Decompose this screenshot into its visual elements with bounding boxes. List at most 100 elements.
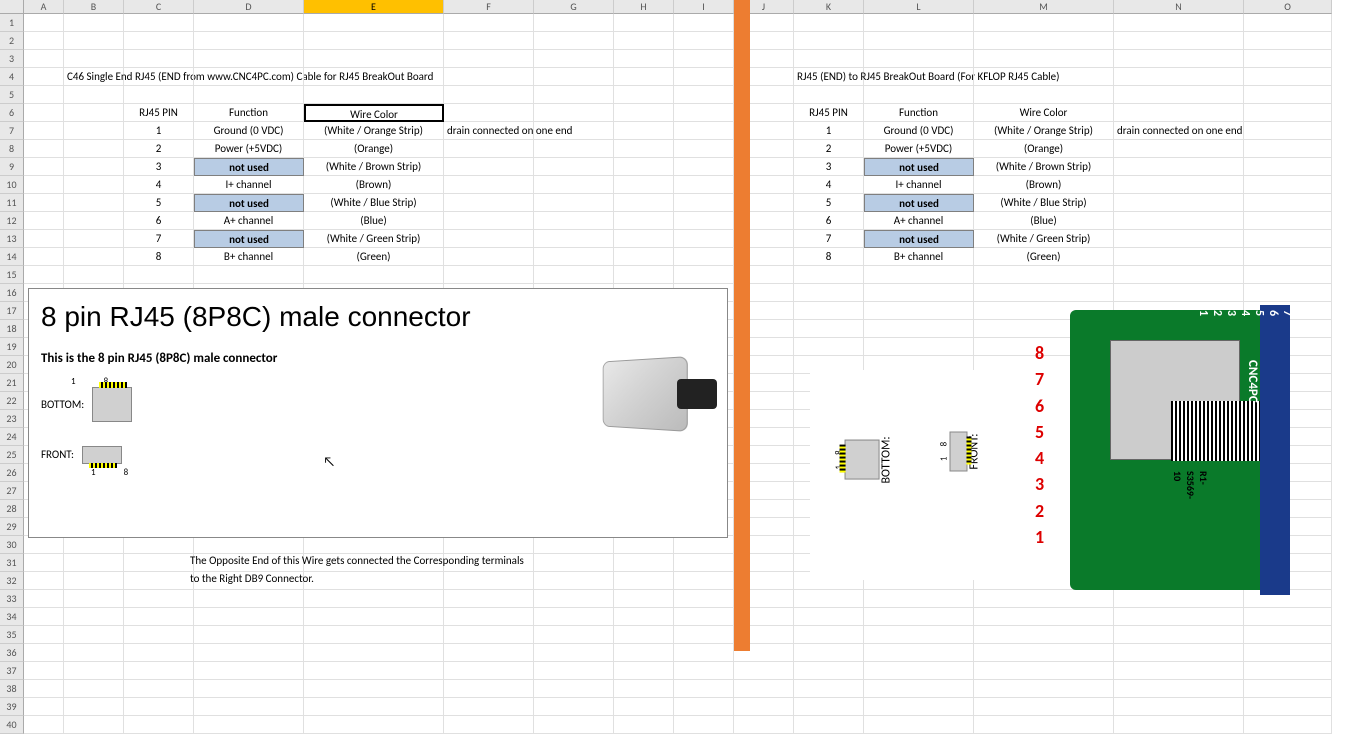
row-header-35[interactable]: 35 (0, 626, 24, 644)
cell-M36[interactable] (974, 644, 1114, 662)
cell-I14[interactable] (674, 248, 734, 266)
cell-N5[interactable] (1114, 86, 1244, 104)
cell-G7[interactable] (534, 122, 614, 140)
cell-F3[interactable] (444, 50, 534, 68)
cell-N8[interactable] (1114, 140, 1244, 158)
cell-C14[interactable]: 8 (124, 248, 194, 266)
cell-O8[interactable] (1244, 140, 1332, 158)
cell-M38[interactable] (974, 680, 1114, 698)
cell-F36[interactable] (444, 644, 534, 662)
cell-D11[interactable]: not used (194, 194, 304, 212)
cell-C6[interactable]: RJ45 PIN (124, 104, 194, 122)
cell-D37[interactable] (194, 662, 304, 680)
cell-A8[interactable] (24, 140, 64, 158)
cell-G39[interactable] (534, 698, 614, 716)
cell-H32[interactable] (614, 572, 674, 590)
cell-D1[interactable] (194, 14, 304, 32)
cell-C9[interactable]: 3 (124, 158, 194, 176)
cell-M15[interactable] (974, 266, 1114, 284)
cell-O14[interactable] (1244, 248, 1332, 266)
cell-F4[interactable] (444, 68, 534, 86)
cell-J38[interactable] (734, 680, 794, 698)
cell-L34[interactable] (864, 608, 974, 626)
cell-K9[interactable]: 3 (794, 158, 864, 176)
cell-G11[interactable] (534, 194, 614, 212)
cell-A30[interactable] (24, 536, 64, 554)
cell-I9[interactable] (674, 158, 734, 176)
cell-A40[interactable] (24, 716, 64, 734)
cell-N4[interactable] (1114, 68, 1244, 86)
cell-C30[interactable] (124, 536, 194, 554)
cell-A39[interactable] (24, 698, 64, 716)
cell-I35[interactable] (674, 626, 734, 644)
cell-O37[interactable] (1244, 662, 1332, 680)
cell-B31[interactable] (64, 554, 124, 572)
cell-A11[interactable] (24, 194, 64, 212)
cell-C36[interactable] (124, 644, 194, 662)
cell-O16[interactable] (1244, 284, 1332, 302)
row-header-4[interactable]: 4 (0, 68, 24, 86)
cell-L13[interactable]: not used (864, 230, 974, 248)
cell-H38[interactable] (614, 680, 674, 698)
row-header-11[interactable]: 11 (0, 194, 24, 212)
row-header-9[interactable]: 9 (0, 158, 24, 176)
cell-C10[interactable]: 4 (124, 176, 194, 194)
row-header-32[interactable]: 32 (0, 572, 24, 590)
cell-A36[interactable] (24, 644, 64, 662)
cell-I4[interactable] (674, 68, 734, 86)
cell-O7[interactable] (1244, 122, 1332, 140)
cell-N40[interactable] (1114, 716, 1244, 734)
cell-E1[interactable] (304, 14, 444, 32)
cell-I2[interactable] (674, 32, 734, 50)
cell-O10[interactable] (1244, 176, 1332, 194)
col-header-G[interactable]: G (534, 0, 614, 14)
cell-A5[interactable] (24, 86, 64, 104)
cell-C39[interactable] (124, 698, 194, 716)
cell-A34[interactable] (24, 608, 64, 626)
cell-N36[interactable] (1114, 644, 1244, 662)
row-header-38[interactable]: 38 (0, 680, 24, 698)
cell-K8[interactable]: 2 (794, 140, 864, 158)
cell-C7[interactable]: 1 (124, 122, 194, 140)
cell-J39[interactable] (734, 698, 794, 716)
cell-D12[interactable]: A+ channel (194, 212, 304, 230)
cell-D14[interactable]: B+ channel (194, 248, 304, 266)
cell-A3[interactable] (24, 50, 64, 68)
cell-B7[interactable] (64, 122, 124, 140)
row-header-30[interactable]: 30 (0, 536, 24, 554)
cell-G10[interactable] (534, 176, 614, 194)
col-header-F[interactable]: F (444, 0, 534, 14)
cell-N34[interactable] (1114, 608, 1244, 626)
cell-I3[interactable] (674, 50, 734, 68)
cell-O38[interactable] (1244, 680, 1332, 698)
cell-M34[interactable] (974, 608, 1114, 626)
row-header-34[interactable]: 34 (0, 608, 24, 626)
cell-C33[interactable] (124, 590, 194, 608)
cell-F6[interactable] (444, 104, 534, 122)
cell-K13[interactable]: 7 (794, 230, 864, 248)
row-header-31[interactable]: 31 (0, 554, 24, 572)
cell-D3[interactable] (194, 50, 304, 68)
cell-I5[interactable] (674, 86, 734, 104)
cell-C8[interactable]: 2 (124, 140, 194, 158)
cell-G6[interactable] (534, 104, 614, 122)
row-header-39[interactable]: 39 (0, 698, 24, 716)
cell-L7[interactable]: Ground (0 VDC) (864, 122, 974, 140)
cell-G12[interactable] (534, 212, 614, 230)
cell-E8[interactable]: (Orange) (304, 140, 444, 158)
cell-D9[interactable]: not used (194, 158, 304, 176)
cell-K35[interactable] (794, 626, 864, 644)
col-header-H[interactable]: H (614, 0, 674, 14)
cell-I32[interactable] (674, 572, 734, 590)
cell-O13[interactable] (1244, 230, 1332, 248)
cell-L14[interactable]: B+ channel (864, 248, 974, 266)
select-all-corner[interactable] (0, 0, 24, 14)
cell-D34[interactable] (194, 608, 304, 626)
cell-A35[interactable] (24, 626, 64, 644)
cell-B10[interactable] (64, 176, 124, 194)
cell-F39[interactable] (444, 698, 534, 716)
cell-K4[interactable]: RJ45 (END) to RJ45 BreakOut Board (For K… (794, 68, 864, 86)
cell-O40[interactable] (1244, 716, 1332, 734)
cell-F13[interactable] (444, 230, 534, 248)
cell-N7[interactable]: drain connected on one end (1114, 122, 1244, 140)
